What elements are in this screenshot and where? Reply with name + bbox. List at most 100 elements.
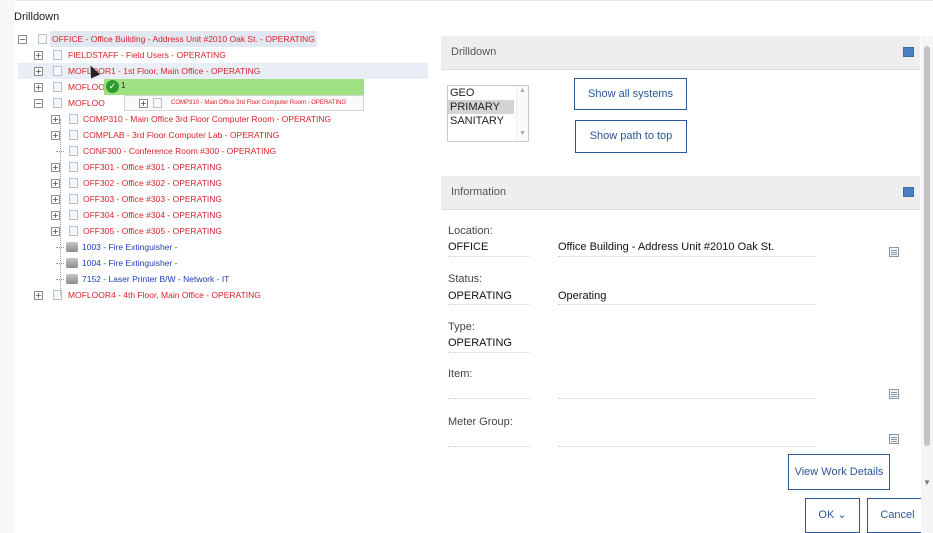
tree-node-label[interactable]: 1004 - Fire Extinguisher - [80, 255, 179, 271]
status-description: Operating [558, 290, 607, 302]
drag-row: + COMP310 - Main Office 3rd Floor Comput… [124, 95, 364, 111]
expand-icon[interactable]: + [51, 115, 60, 124]
expand-icon[interactable]: + [34, 291, 43, 300]
tree-node-label[interactable]: MOFLOOR4 - 4th Floor, Main Office - OPER… [66, 287, 263, 303]
tree-node-label[interactable]: OFF302 - Office #302 - OPERATING [81, 175, 224, 191]
collapse-section-icon[interactable] [903, 47, 914, 57]
expand-icon[interactable]: + [34, 51, 43, 60]
location-icon [53, 50, 62, 60]
asset-icon [66, 242, 78, 252]
scrollbar-thumb[interactable] [924, 46, 930, 446]
tree-node-label[interactable]: OFF305 - Office #305 - OPERATING [81, 223, 224, 239]
expand-icon[interactable]: + [51, 195, 60, 204]
scroll-up-icon[interactable]: ▲ [519, 87, 526, 94]
location-tree: − OFFICE - Office Building - Address Uni… [18, 31, 428, 303]
location-field[interactable]: OFFICE [448, 241, 488, 253]
tree-node-label[interactable]: OFF301 - Office #301 - OPERATING [81, 159, 224, 175]
type-field[interactable]: OPERATING [448, 337, 512, 349]
expand-icon[interactable]: + [34, 67, 43, 76]
tree-node-label[interactable]: COMPLAB - 3rd Floor Computer Lab - OPERA… [81, 127, 281, 143]
meter-group-lookup-icon[interactable] [889, 434, 899, 444]
expand-icon[interactable]: + [51, 131, 60, 140]
system-option[interactable]: SANITARY [448, 114, 514, 128]
field-underline [558, 398, 816, 399]
tree-node[interactable]: + OFF304 - Office #304 - OPERATING [18, 207, 428, 223]
tree-node[interactable]: + OFF305 - Office #305 - OPERATING [18, 223, 428, 239]
section-title: Information [451, 186, 507, 198]
show-all-systems-button[interactable]: Show all systems [574, 78, 687, 110]
meter-group-label: Meter Group: [448, 416, 513, 428]
location-icon [69, 114, 78, 124]
tree-node[interactable]: 1003 - Fire Extinguisher - [18, 239, 428, 255]
information-section-header[interactable]: Information [441, 176, 920, 210]
expand-icon[interactable]: + [51, 163, 60, 172]
ok-label: OK [818, 509, 835, 521]
collapse-section-icon[interactable] [903, 187, 914, 197]
field-underline [448, 256, 530, 257]
scroll-down-icon[interactable]: ▼ [923, 478, 931, 487]
collapse-icon[interactable]: − [34, 99, 43, 108]
tree-node-root[interactable]: − OFFICE - Office Building - Address Uni… [18, 31, 428, 47]
tree-node-label[interactable]: 7152 - Laser Printer B/W - Network - IT [80, 271, 231, 287]
expand-icon[interactable]: + [34, 83, 43, 92]
expand-icon[interactable]: + [51, 227, 60, 236]
asset-icon [66, 274, 78, 284]
status-label: Status: [448, 273, 483, 285]
drilldown-section-header[interactable]: Drilldown [441, 36, 920, 70]
drilldown-dialog: Drilldown − OFFICE - Office Building - A… [0, 0, 933, 533]
ok-button[interactable]: OK ⌄ [805, 498, 860, 533]
chevron-down-icon: ⌄ [837, 509, 847, 521]
tree-node-label[interactable]: CONF300 - Conference Room #300 - OPERATI… [81, 143, 278, 159]
location-icon [38, 34, 47, 44]
view-work-details-button[interactable]: View Work Details [788, 454, 890, 490]
listbox-scrollbar[interactable]: ▲ ▼ [516, 86, 528, 141]
meter-group-field[interactable] [448, 446, 530, 447]
tree-node[interactable]: + OFF302 - Office #302 - OPERATING [18, 175, 428, 191]
field-underline [558, 446, 816, 447]
drag-label: COMP310 - Main Office 3rd Floor Computer… [171, 100, 347, 106]
system-option-selected[interactable]: PRIMARY [448, 100, 514, 114]
location-lookup-icon[interactable] [889, 247, 899, 257]
tree-node[interactable]: CONF300 - Conference Room #300 - OPERATI… [18, 143, 428, 159]
tree-node[interactable]: + COMPLAB - 3rd Floor Computer Lab - OPE… [18, 127, 428, 143]
location-icon [69, 210, 78, 220]
scroll-down-icon[interactable]: ▼ [519, 130, 526, 137]
location-icon [69, 178, 78, 188]
system-listbox[interactable]: GEO PRIMARY SANITARY ▲ ▼ [447, 85, 529, 142]
tree-node[interactable]: + OFF303 - Office #303 - OPERATING [18, 191, 428, 207]
asset-icon [66, 258, 78, 268]
tree-node-label[interactable]: MOFLOO [66, 95, 107, 111]
tree-node-label[interactable]: OFF304 - Office #304 - OPERATING [81, 207, 224, 223]
location-label: Location: [448, 225, 493, 237]
location-icon [53, 66, 62, 76]
item-lookup-icon[interactable] [889, 389, 899, 399]
tree-node-label[interactable]: FIELDSTAFF - Field Users - OPERATING [66, 47, 228, 63]
tree-node-label[interactable]: MOFLOO [66, 79, 107, 95]
tree-node-label[interactable]: OFF303 - Office #303 - OPERATING [81, 191, 224, 207]
location-icon [153, 98, 162, 108]
dialog-scrollbar[interactable]: ▼ [921, 36, 933, 533]
tree-node[interactable]: 7152 - Laser Printer B/W - Network - IT [18, 271, 428, 287]
tree-node-label[interactable]: OFFICE - Office Building - Address Unit … [50, 31, 317, 47]
cancel-button[interactable]: Cancel [867, 498, 928, 533]
tree-node-label[interactable]: 1003 - Fire Extinguisher - [80, 239, 179, 255]
tree-node[interactable]: + MOFLOOR4 - 4th Floor, Main Office - OP… [18, 287, 428, 303]
tree-node[interactable]: 1004 - Fire Extinguisher - [18, 255, 428, 271]
drag-badge: 1 [121, 81, 126, 90]
item-label: Item: [448, 368, 473, 380]
system-option[interactable]: GEO [448, 86, 514, 100]
drag-ghost[interactable]: ✓ 1 + COMP310 - Main Office 3rd Floor Co… [104, 79, 364, 115]
expand-icon[interactable]: + [51, 211, 60, 220]
status-field[interactable]: OPERATING [448, 290, 512, 302]
tree-node[interactable]: + MOFLOOR1 - 1st Floor, Main Office - OP… [18, 63, 428, 79]
tree-node[interactable]: + FIELDSTAFF - Field Users - OPERATING [18, 47, 428, 63]
item-field[interactable] [448, 398, 530, 399]
field-underline [558, 304, 816, 305]
location-description: Office Building - Address Unit #2010 Oak… [558, 241, 775, 253]
collapse-icon[interactable]: − [18, 35, 27, 44]
tree-node[interactable]: + OFF301 - Office #301 - OPERATING [18, 159, 428, 175]
expand-icon[interactable]: + [51, 179, 60, 188]
show-path-to-top-button[interactable]: Show path to top [575, 120, 687, 153]
location-icon [69, 226, 78, 236]
location-icon [69, 194, 78, 204]
